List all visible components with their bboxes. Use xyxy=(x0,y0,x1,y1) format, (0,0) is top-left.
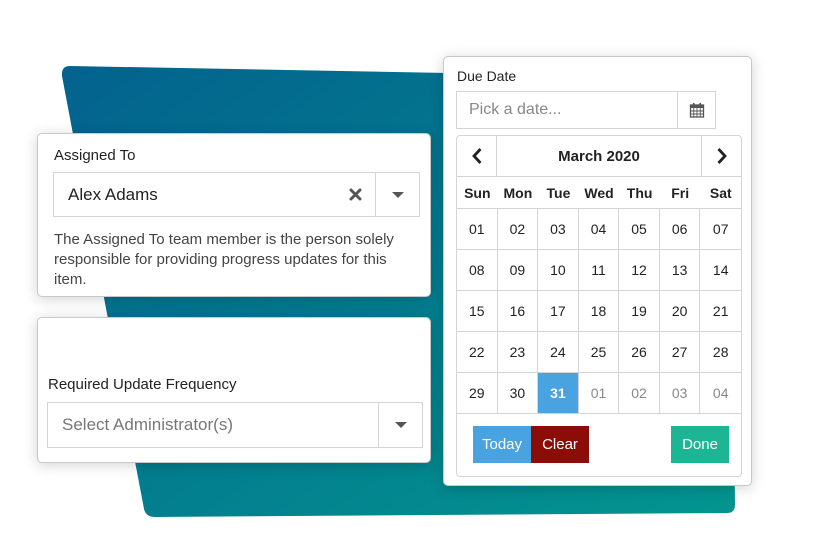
calendar-day[interactable]: 14 xyxy=(700,250,741,291)
calendar-day[interactable]: 19 xyxy=(619,291,660,332)
administrator-select-placeholder: Select Administrator(s) xyxy=(62,415,233,434)
assigned-to-value: Alex Adams xyxy=(68,184,158,204)
weekday-label: Fri xyxy=(671,185,690,201)
date-picker-calendar: March 2020 Sun Mon Tue Wed Thu Fri Sat 0… xyxy=(456,135,742,477)
calendar-day[interactable]: 08 xyxy=(457,250,498,291)
close-icon[interactable] xyxy=(335,173,375,216)
administrator-dropdown-button[interactable] xyxy=(378,403,422,447)
administrator-select[interactable]: Select Administrator(s) xyxy=(47,402,423,448)
caret-down-icon xyxy=(394,422,407,428)
assigned-to-select[interactable]: Alex Adams xyxy=(53,172,420,217)
calendar-day[interactable]: 24 xyxy=(538,332,579,373)
weekday-label: Sat xyxy=(709,185,732,201)
calendar-day[interactable]: 02 xyxy=(497,209,539,250)
calendar-icon xyxy=(689,103,704,118)
calendar-day[interactable]: 29 xyxy=(457,373,498,414)
calendar-day-next-month[interactable]: 04 xyxy=(700,373,741,414)
chevron-right-icon xyxy=(716,148,727,164)
previous-month-button[interactable] xyxy=(457,136,497,176)
calendar-day[interactable]: 12 xyxy=(619,250,660,291)
calendar-day-next-month[interactable]: 02 xyxy=(619,373,660,414)
calendar-day[interactable]: 07 xyxy=(700,209,741,250)
calendar-day[interactable]: 05 xyxy=(619,209,660,250)
clear-button[interactable]: Clear xyxy=(531,426,589,463)
calendar-day-next-month[interactable]: 01 xyxy=(578,373,620,414)
calendar-day[interactable]: 17 xyxy=(538,291,579,332)
due-date-label: Due Date xyxy=(457,68,517,84)
calendar-day[interactable]: 28 xyxy=(700,332,741,373)
due-date-card: Due Date March 2020 Sun Mon Tue xyxy=(443,56,752,486)
weekday-label: Thu xyxy=(626,185,653,201)
calendar-day[interactable]: 20 xyxy=(659,291,701,332)
calendar-day[interactable]: 13 xyxy=(659,250,701,291)
calendar-day[interactable]: 09 xyxy=(497,250,539,291)
month-title: March 2020 xyxy=(558,147,640,165)
calendar-day[interactable]: 06 xyxy=(659,209,701,250)
calendar-day[interactable]: 25 xyxy=(578,332,620,373)
calendar-days-grid: 01 02 03 04 05 06 07 08 09 10 11 12 13 14 15 16 17 18 19 20… xyxy=(457,208,741,414)
calendar-day[interactable]: 11 xyxy=(578,250,620,291)
weekday-label: Wed xyxy=(584,185,614,201)
calendar-actions: Today Clear Done xyxy=(457,426,741,464)
calendar-day[interactable]: 04 xyxy=(578,209,620,250)
assigned-to-help-text: The Assigned To team member is the perso… xyxy=(54,231,394,288)
update-frequency-label: Required Update Frequency xyxy=(48,376,237,393)
calendar-day[interactable]: 22 xyxy=(457,332,498,373)
calendar-day[interactable]: 01 xyxy=(457,209,498,250)
calendar-day[interactable]: 26 xyxy=(619,332,660,373)
calendar-button[interactable] xyxy=(677,92,715,128)
weekday-label: Sun xyxy=(464,185,491,201)
assigned-to-dropdown-button[interactable] xyxy=(375,173,419,216)
assigned-to-label: Assigned To xyxy=(54,147,136,164)
calendar-day[interactable]: 30 xyxy=(497,373,539,414)
calendar-day[interactable]: 10 xyxy=(538,250,579,291)
calendar-day[interactable]: 18 xyxy=(578,291,620,332)
assigned-to-card: Assigned To Alex Adams The Assigned To t… xyxy=(37,133,431,297)
done-button[interactable]: Done xyxy=(671,426,729,463)
calendar-day[interactable]: 15 xyxy=(457,291,498,332)
calendar-day-next-month[interactable]: 03 xyxy=(659,373,701,414)
calendar-day[interactable]: 16 xyxy=(497,291,539,332)
weekday-label: Mon xyxy=(503,185,533,201)
calendar-day[interactable]: 03 xyxy=(538,209,579,250)
due-date-input[interactable] xyxy=(457,92,677,128)
next-month-button[interactable] xyxy=(701,136,741,176)
weekday-label: Tue xyxy=(546,185,571,201)
calendar-day-selected[interactable]: 31 xyxy=(538,373,579,414)
caret-down-icon xyxy=(391,191,404,198)
weekday-header-row: Sun Mon Tue Wed Thu Fri Sat xyxy=(457,178,741,208)
calendar-day[interactable]: 21 xyxy=(700,291,741,332)
chevron-left-icon xyxy=(471,148,482,164)
update-frequency-card: Required Update Frequency Select Adminis… xyxy=(37,317,431,463)
calendar-day[interactable]: 27 xyxy=(659,332,701,373)
today-button[interactable]: Today xyxy=(473,426,531,463)
calendar-day[interactable]: 23 xyxy=(497,332,539,373)
due-date-field[interactable] xyxy=(456,91,716,129)
calendar-header: March 2020 xyxy=(457,136,741,177)
